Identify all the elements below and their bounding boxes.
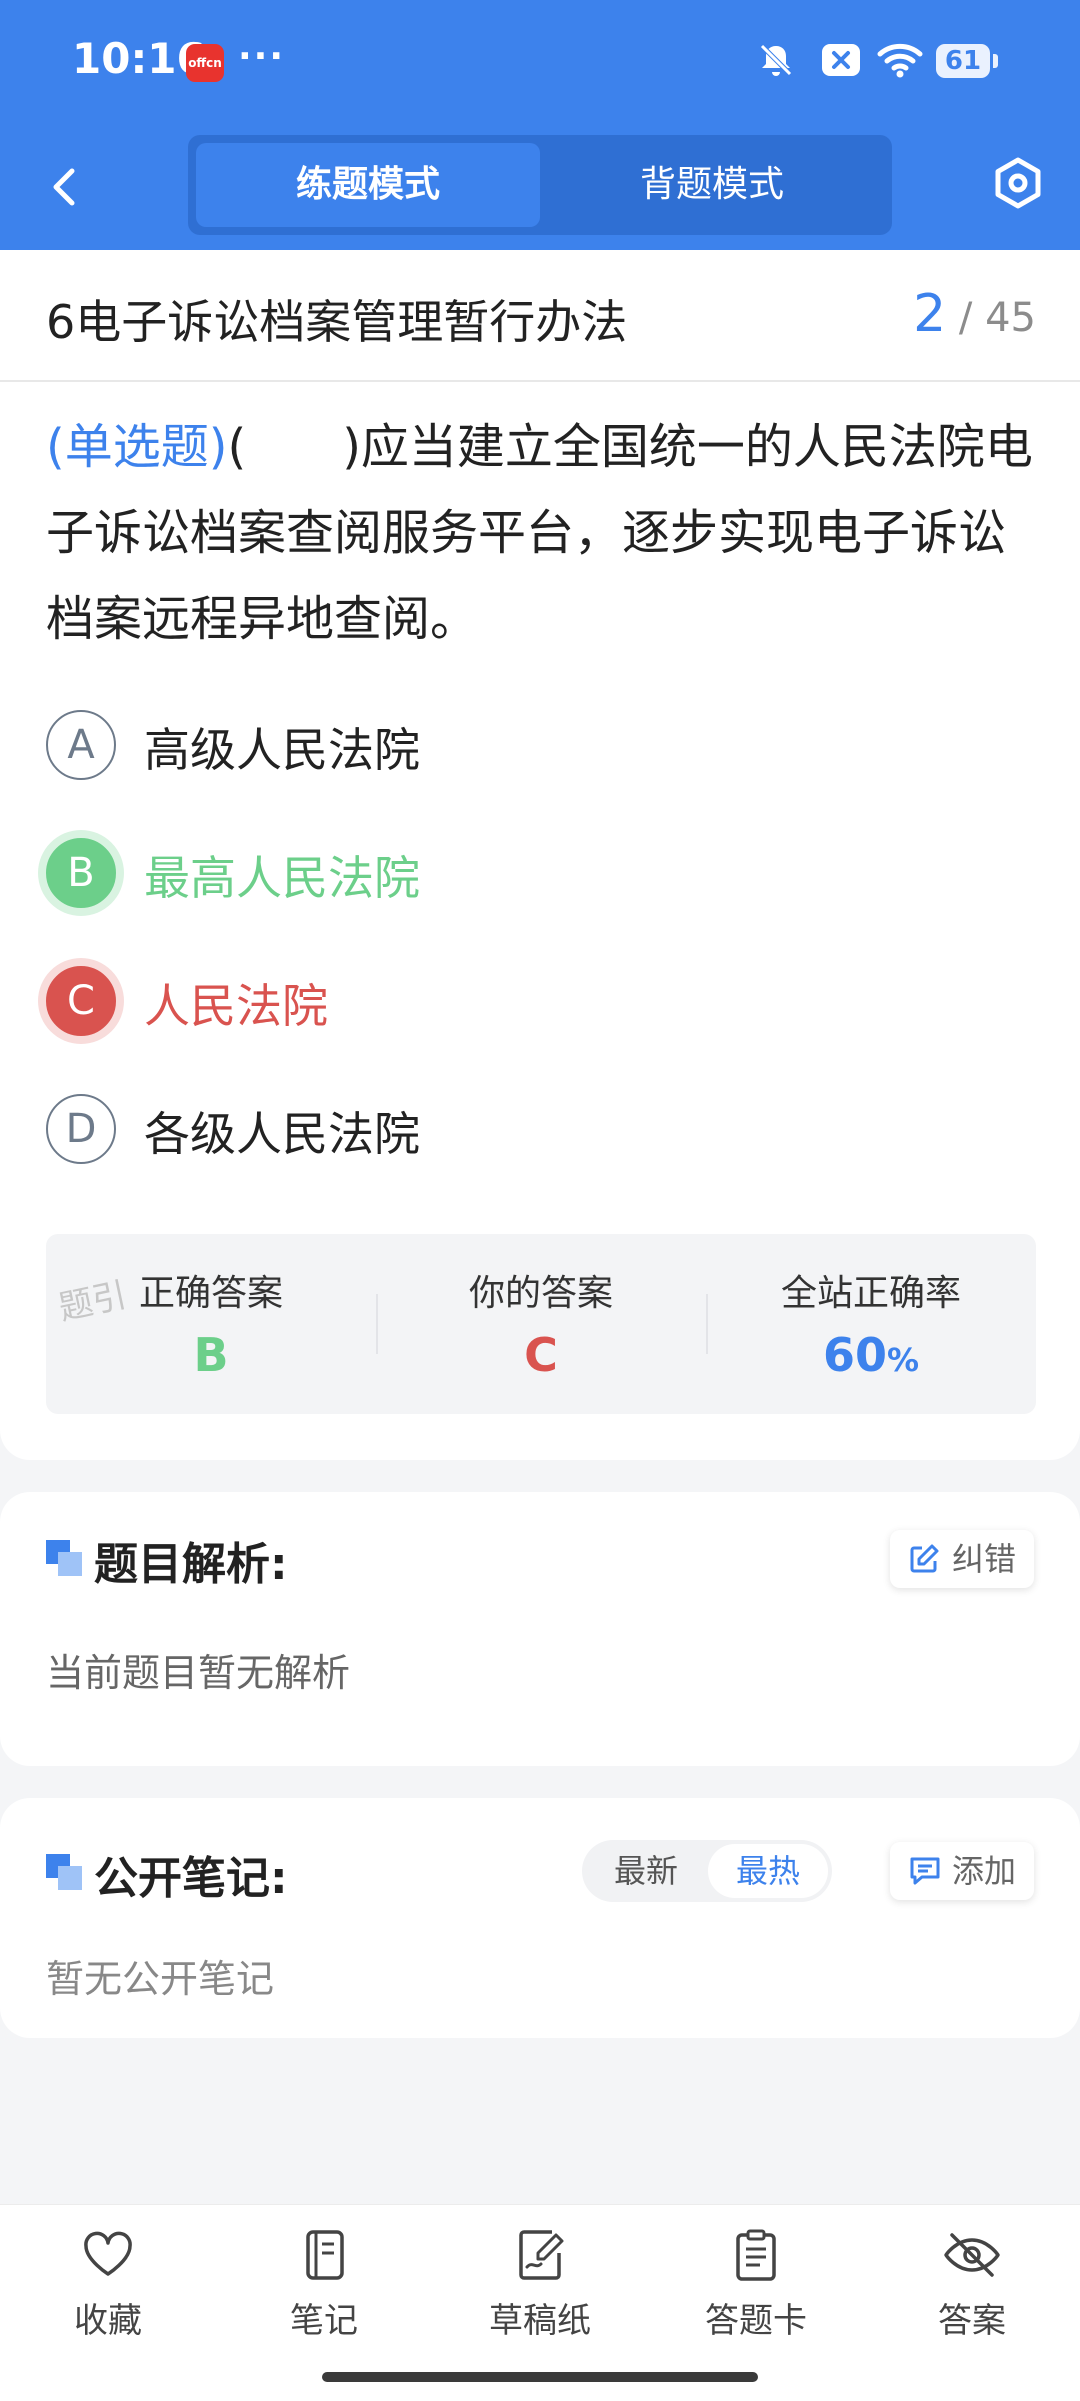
- chapter-title-bar: 6电子诉讼档案管理暂行办法 2 / 45: [0, 250, 1080, 382]
- add-note-button[interactable]: 添加: [889, 1842, 1034, 1900]
- notes-label: 笔记: [290, 2301, 358, 2341]
- comment-icon: [910, 1857, 940, 1885]
- notes-empty-text: 暂无公开笔记: [46, 1957, 275, 2001]
- total-questions: / 45: [958, 295, 1036, 341]
- option-text: 最高人民法院: [144, 851, 420, 905]
- option-d[interactable]: D 各级人民法院: [46, 1088, 1026, 1178]
- stat-value: B: [193, 1328, 229, 1382]
- bell-muted-icon: [760, 44, 792, 76]
- option-text: 高级人民法院: [144, 723, 420, 777]
- draft-icon: [519, 2230, 564, 2280]
- mode-nav: 练题模式 背题模式: [0, 125, 1080, 250]
- clipboard-icon: [736, 2229, 776, 2281]
- favorite-button[interactable]: 收藏: [38, 2227, 178, 2342]
- wifi-icon: [877, 43, 923, 78]
- draft-paper-label: 草稿纸: [489, 2301, 591, 2341]
- sim-x-icon: [822, 44, 860, 76]
- report-error-button[interactable]: 纠错: [889, 1530, 1034, 1588]
- notes-button[interactable]: 笔记: [254, 2227, 394, 2342]
- chapter-title: 6电子诉讼档案管理暂行办法: [46, 295, 628, 349]
- sort-hot[interactable]: 最热: [708, 1844, 828, 1898]
- back-icon[interactable]: [44, 157, 84, 217]
- more-notifications-icon: ···: [238, 36, 286, 77]
- current-question-number: 2: [913, 284, 947, 344]
- stat-value: 60%: [706, 1328, 1036, 1382]
- show-answer-button[interactable]: 答案: [902, 2227, 1042, 2342]
- option-text: 各级人民法院: [144, 1107, 420, 1161]
- app-notification-icon: offcn: [186, 44, 224, 82]
- option-letter: C: [46, 966, 116, 1036]
- eye-off-icon: [944, 2233, 1000, 2277]
- section-icon: [46, 1854, 82, 1890]
- draft-paper-button[interactable]: 草稿纸: [470, 2227, 610, 2342]
- notebook-icon: [306, 2230, 344, 2280]
- stat-value: C: [524, 1328, 558, 1382]
- rate-unit: %: [886, 1341, 920, 1379]
- favorite-label: 收藏: [74, 2301, 142, 2341]
- question-type: (单选题): [46, 419, 228, 475]
- add-note-label: 添加: [951, 1852, 1016, 1890]
- stat-accuracy-rate: 全站正确率 60%: [706, 1234, 1036, 1414]
- notes-card: 公开笔记: 最新 最热 添加 暂无公开笔记: [0, 1798, 1080, 2038]
- status-bar: 10:16 offcn ··· 61: [0, 0, 1080, 125]
- tab-practice-mode[interactable]: 练题模式: [196, 143, 540, 227]
- answer-card-label: 答题卡: [705, 2301, 807, 2341]
- mode-switcher: 练题模式 背题模式: [188, 135, 892, 235]
- option-text: 人民法院: [144, 979, 328, 1033]
- rate-number: 60: [822, 1328, 887, 1382]
- stat-correct-answer: 正确答案 B: [46, 1234, 376, 1414]
- option-letter: A: [46, 710, 116, 780]
- section-icon: [46, 1540, 82, 1576]
- notes-title: 公开笔记:: [94, 1853, 288, 1904]
- notes-sort-toggle: 最新 最热: [582, 1840, 832, 1902]
- battery-indicator: 61: [936, 44, 998, 78]
- show-answer-label: 答案: [938, 2301, 1006, 2341]
- answer-card-button[interactable]: 答题卡: [686, 2227, 826, 2342]
- question-card: (单选题)( )应当建立全国统一的人民法院电子诉讼档案查阅服务平台，逐步实现电子…: [0, 382, 1080, 1460]
- question-stem: (单选题)( )应当建立全国统一的人民法院电子诉讼档案查阅服务平台，逐步实现电子…: [46, 404, 1042, 662]
- option-letter: D: [46, 1094, 116, 1164]
- stat-label: 你的答案: [468, 1273, 613, 1314]
- stat-label: 全站正确率: [780, 1273, 961, 1314]
- report-error-label: 纠错: [951, 1540, 1016, 1578]
- option-b[interactable]: B 最高人民法院: [46, 832, 1026, 922]
- home-indicator[interactable]: [322, 2372, 758, 2382]
- edit-icon: [910, 1544, 939, 1573]
- settings-icon[interactable]: [990, 155, 1046, 211]
- stat-your-answer: 你的答案 C: [376, 1234, 706, 1414]
- heart-icon: [84, 2231, 132, 2276]
- top-bar: 10:16 offcn ··· 61 练题模式 背题模式: [0, 0, 1080, 250]
- analysis-empty-text: 当前题目暂无解析: [46, 1651, 351, 1695]
- option-a[interactable]: A 高级人民法院: [46, 704, 1026, 794]
- answer-stats: 题引 正确答案 B 你的答案 C 全站正确率 60%: [46, 1234, 1036, 1414]
- sort-latest[interactable]: 最新: [586, 1844, 706, 1898]
- stat-label: 正确答案: [138, 1273, 283, 1314]
- question-progress: 2 / 45: [913, 284, 1036, 344]
- analysis-card: 题目解析: 纠错 当前题目暂无解析: [0, 1492, 1080, 1766]
- option-letter: B: [46, 838, 116, 908]
- tab-memorize-mode[interactable]: 背题模式: [540, 143, 884, 227]
- analysis-title: 题目解析:: [94, 1539, 288, 1590]
- option-c[interactable]: C 人民法院: [46, 960, 1026, 1050]
